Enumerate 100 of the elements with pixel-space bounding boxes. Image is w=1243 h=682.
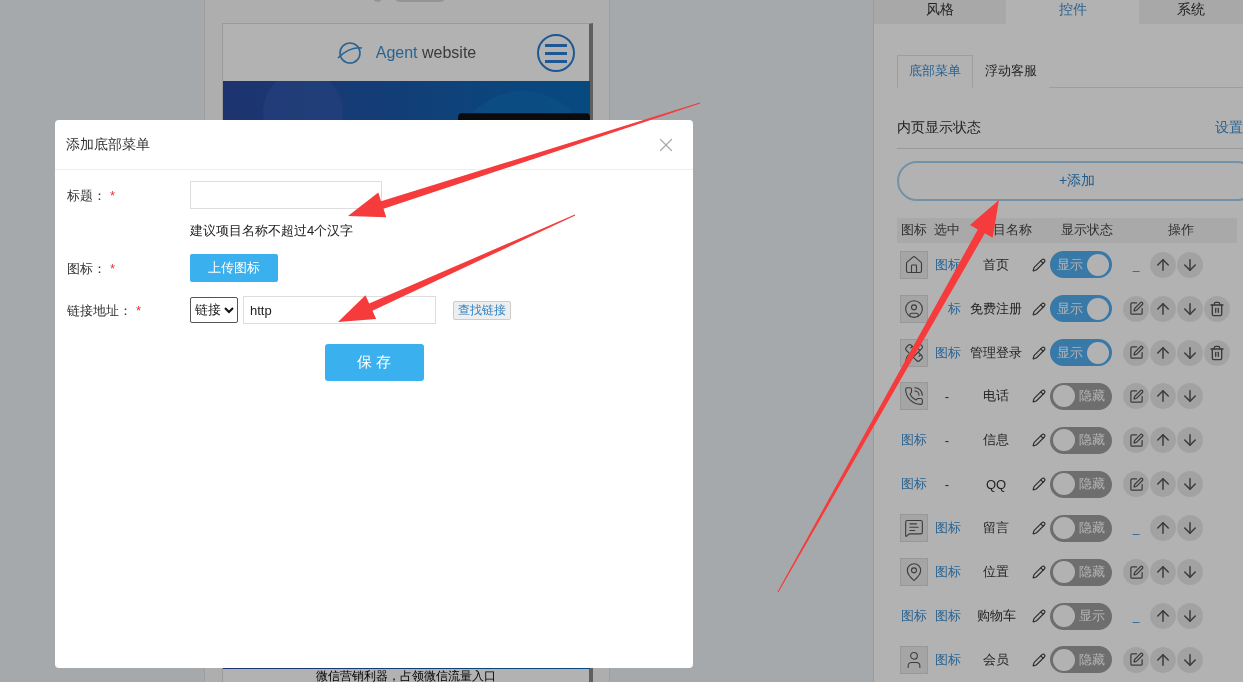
edit-name-icon[interactable]: [1032, 565, 1046, 580]
item-name: 留言: [983, 519, 1009, 538]
icon-link[interactable]: 图标: [935, 563, 961, 582]
move-up-button[interactable]: [1150, 515, 1176, 542]
trash-icon: [1209, 344, 1225, 361]
edit-icon: [1128, 476, 1144, 492]
delete-button[interactable]: [1204, 295, 1230, 322]
toggle-knob: [1087, 297, 1109, 320]
field-label: 链接地址： *: [67, 302, 143, 320]
toggle-knob: [1053, 561, 1075, 584]
visibility-toggle[interactable]: 显示: [1050, 602, 1112, 630]
edit-name-icon[interactable]: [1032, 433, 1046, 448]
move-down-button[interactable]: [1177, 603, 1203, 630]
move-up-button[interactable]: [1150, 251, 1176, 278]
move-up-button[interactable]: [1150, 383, 1176, 410]
move-up-button[interactable]: [1150, 339, 1176, 366]
edit-button[interactable]: [1123, 383, 1149, 410]
move-up-button[interactable]: [1150, 646, 1176, 673]
edit-name-icon[interactable]: [1032, 389, 1046, 404]
move-up-button[interactable]: [1150, 471, 1176, 498]
visibility-toggle[interactable]: 隐藏: [1050, 558, 1112, 586]
site-logo-text: Agent website: [375, 43, 477, 62]
panel-tab[interactable]: 风格: [874, 0, 1006, 24]
table-cell: -: [944, 388, 950, 404]
blank-link[interactable]: _: [1123, 257, 1149, 272]
edit-button[interactable]: [1123, 295, 1149, 322]
icon-link[interactable]: 图标: [901, 475, 927, 494]
visibility-toggle[interactable]: 显示: [1050, 251, 1112, 279]
move-down-button[interactable]: [1177, 427, 1203, 454]
toggle-knob: [1053, 385, 1075, 408]
move-down-button[interactable]: [1177, 559, 1203, 586]
visibility-toggle[interactable]: 隐藏: [1050, 470, 1112, 498]
move-down-button[interactable]: [1177, 251, 1203, 278]
move-down-button[interactable]: [1177, 339, 1203, 366]
edit-button[interactable]: [1123, 559, 1149, 586]
icon-link[interactable]: 图标: [935, 343, 961, 362]
item-name: 信息: [983, 431, 1009, 450]
column-header: 选中: [933, 221, 961, 240]
table-cell: -: [944, 432, 950, 448]
edit-button[interactable]: [1123, 646, 1149, 673]
edit-button[interactable]: [1123, 339, 1149, 366]
visibility-toggle[interactable]: 显示: [1050, 295, 1112, 323]
visibility-toggle[interactable]: 隐藏: [1050, 382, 1112, 410]
save-button[interactable]: 保 存: [324, 344, 424, 381]
visibility-toggle[interactable]: 隐藏: [1050, 646, 1112, 674]
edit-name-icon[interactable]: [1032, 477, 1046, 492]
item-name: QQ: [985, 476, 1007, 492]
move-up-button[interactable]: [1150, 603, 1176, 630]
move-down-button[interactable]: [1177, 383, 1203, 410]
icon-link[interactable]: 图标: [935, 607, 961, 626]
move-up-button[interactable]: [1150, 295, 1176, 322]
icon-link[interactable]: 图标: [901, 431, 927, 450]
sub-tab[interactable]: 底部菜单: [897, 54, 973, 88]
move-down-button[interactable]: [1177, 471, 1203, 498]
delete-button[interactable]: [1204, 339, 1230, 366]
trash-icon: [1209, 300, 1225, 317]
item-name: 首页: [983, 255, 1009, 274]
edit-name-icon[interactable]: [1032, 609, 1046, 624]
icon-link[interactable]: 图标: [901, 607, 927, 626]
status-label: 内页显示状态: [897, 118, 981, 137]
blank-link[interactable]: _: [1123, 521, 1149, 536]
move-down-button[interactable]: [1177, 295, 1203, 322]
toggle-knob: [1053, 517, 1075, 540]
visibility-toggle[interactable]: 隐藏: [1050, 514, 1112, 542]
move-down-button[interactable]: [1177, 515, 1203, 542]
find-link-button[interactable]: 查找链接: [453, 300, 511, 320]
item-name: 管理登录: [970, 343, 1022, 362]
edit-button[interactable]: [1123, 471, 1149, 498]
edit-icon: [1128, 388, 1144, 404]
menu-icon[interactable]: [537, 34, 575, 72]
field-label: 图标： *: [67, 260, 117, 278]
icon-link[interactable]: 图标: [935, 650, 961, 669]
globe-logo-icon: [335, 39, 364, 66]
edit-icon: [1128, 652, 1144, 668]
edit-name-icon[interactable]: [1032, 521, 1046, 536]
item-name: 会员: [983, 650, 1009, 669]
edit-button[interactable]: [1123, 427, 1149, 454]
caret-icon: [223, 306, 235, 314]
add-button[interactable]: +添加: [897, 160, 1243, 201]
panel-tab[interactable]: 系统: [1139, 0, 1243, 24]
blank-link[interactable]: _: [1123, 609, 1149, 624]
link-type-select[interactable]: 链接: [190, 297, 238, 323]
icon-link[interactable]: 图标: [935, 519, 961, 538]
upload-icon-button[interactable]: 上传图标: [190, 254, 278, 282]
move-up-button[interactable]: [1150, 559, 1176, 586]
move-up-button[interactable]: [1150, 427, 1176, 454]
edit-name-icon[interactable]: [1032, 257, 1046, 272]
item-name: 免费注册: [970, 299, 1022, 318]
column-header: 目名称: [992, 221, 1033, 240]
edit-icon: [1128, 432, 1144, 448]
table-cell: -: [944, 476, 950, 492]
icon-link[interactable]: 标: [948, 299, 961, 318]
visibility-toggle[interactable]: 隐藏: [1050, 426, 1112, 454]
edit-name-icon[interactable]: [1032, 652, 1046, 667]
move-down-button[interactable]: [1177, 646, 1203, 673]
edit-name-icon[interactable]: [1032, 345, 1046, 360]
edit-name-icon[interactable]: [1032, 301, 1046, 316]
visibility-toggle[interactable]: 显示: [1050, 339, 1112, 366]
edit-icon: [1128, 564, 1144, 580]
settings-link[interactable]: 设置: [1215, 118, 1243, 137]
